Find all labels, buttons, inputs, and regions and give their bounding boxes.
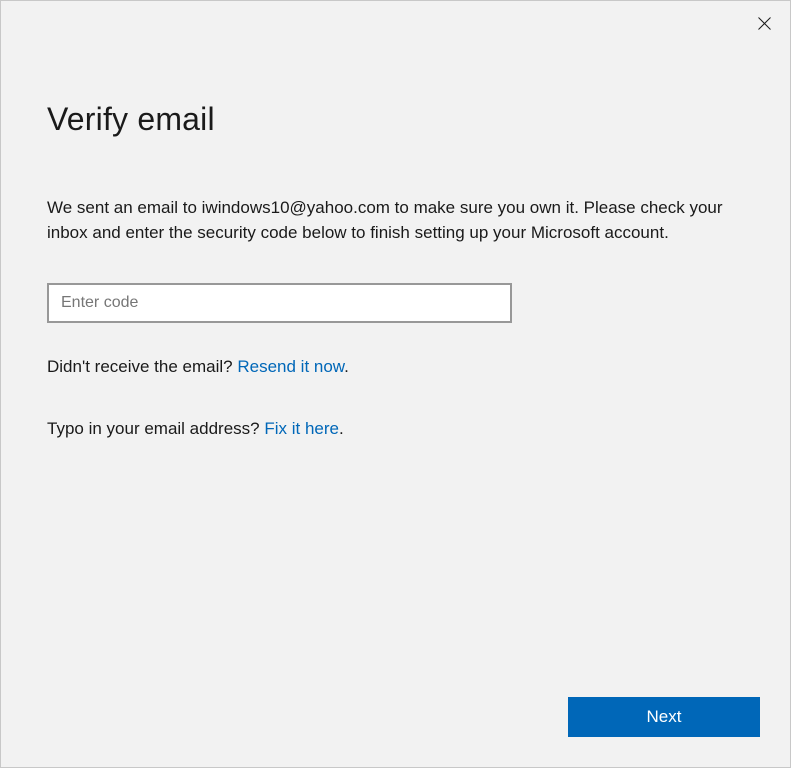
next-button[interactable]: Next (568, 697, 760, 737)
description-text: We sent an email to iwindows10@yahoo.com… (47, 196, 727, 245)
code-input[interactable] (47, 283, 512, 323)
fixit-suffix-text: . (339, 419, 344, 438)
fixit-help-line: Typo in your email address? Fix it here. (47, 419, 744, 439)
resend-link[interactable]: Resend it now (237, 357, 344, 376)
resend-suffix-text: . (344, 357, 349, 376)
resend-help-line: Didn't receive the email? Resend it now. (47, 357, 744, 377)
verify-email-dialog: Verify email We sent an email to iwindow… (1, 1, 790, 767)
fixit-prefix-text: Typo in your email address? (47, 419, 264, 438)
dialog-content: Verify email We sent an email to iwindow… (1, 1, 790, 439)
close-button[interactable] (754, 13, 774, 33)
resend-prefix-text: Didn't receive the email? (47, 357, 237, 376)
dialog-footer: Next (568, 697, 760, 737)
close-icon (758, 17, 771, 30)
page-title: Verify email (47, 101, 744, 138)
fixit-link[interactable]: Fix it here (264, 419, 339, 438)
